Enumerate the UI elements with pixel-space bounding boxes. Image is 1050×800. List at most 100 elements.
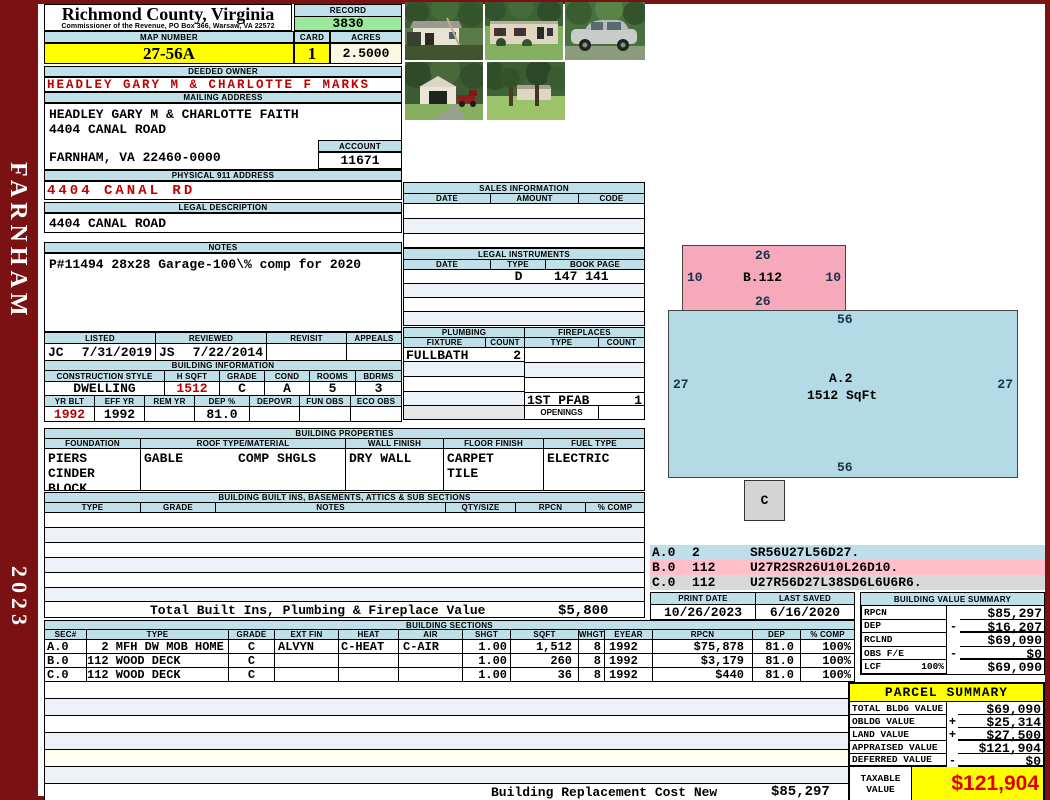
funobs-label: FUN OBS xyxy=(300,396,351,406)
rooms-value: 5 xyxy=(310,382,356,395)
extfin-value xyxy=(275,654,339,667)
floor-line2: TILE xyxy=(447,466,479,481)
acres-value: 2.5000 xyxy=(330,43,402,64)
bvs-label-cell: DEP xyxy=(861,619,947,634)
building-value-summary: BUILDING VALUE SUMMARY RPCN $85,297 DEP … xyxy=(860,592,1045,675)
taxable-value-amount: $121,904 xyxy=(912,767,1043,800)
bdrms-label: BDRMS xyxy=(356,371,401,381)
yrblt-value: 1992 xyxy=(45,407,95,421)
built-ins-total-value: $5,800 xyxy=(558,603,609,619)
sketch-a-area: 1512 SqFt xyxy=(807,388,878,403)
parcel-label: TOTAL BLDG VALUE xyxy=(850,702,947,715)
parcel-row: DEFERRED VALUE - $0 xyxy=(850,754,1043,769)
bvs-label: RPCN xyxy=(864,606,887,618)
cond-value: A xyxy=(265,382,310,395)
building-information-title: BUILDING INFORMATION xyxy=(44,360,402,371)
sec-value: B.0 xyxy=(45,654,87,667)
sec-whgt-label: WHGT xyxy=(579,630,605,639)
eyear-value: 1992 xyxy=(605,654,653,667)
shgt-value: 1.00 xyxy=(463,654,511,667)
sales-title: SALES INFORMATION xyxy=(404,183,644,194)
account-value: 11671 xyxy=(318,152,402,169)
roof-label: ROOF TYPE/MATERIAL xyxy=(141,439,346,448)
print-date-value: 10/26/2023 xyxy=(651,605,756,619)
openings-value xyxy=(599,406,644,419)
parcel-op: + xyxy=(948,715,957,729)
appeals-value xyxy=(347,344,401,360)
bvs-op: - xyxy=(949,646,958,661)
empty-row xyxy=(404,362,524,377)
revisit-value xyxy=(267,344,347,360)
inst-book-value: 147 141 xyxy=(554,270,609,283)
mailing-line3: FARNHAM, VA 22460-0000 xyxy=(49,150,221,165)
sec-rpcn-label: RPCN xyxy=(653,630,753,639)
parcel-label: LAND VALUE xyxy=(850,728,947,741)
inst-date-value xyxy=(404,270,491,283)
sketch-b-bottom-dim: 26 xyxy=(755,294,771,309)
property-photo-2[interactable] xyxy=(485,2,563,60)
property-photo-3[interactable] xyxy=(565,2,645,60)
whgt-value: 8 xyxy=(579,668,605,681)
sales-amount-label: AMOUNT xyxy=(491,194,579,203)
heat-value xyxy=(339,668,399,681)
map-number-value: 27-56A xyxy=(44,43,294,64)
vector-path: U27R2SR26U10L26D10. xyxy=(750,560,899,575)
fireplace-row: 1ST PFAB 1 xyxy=(525,393,644,408)
bvs-op: - xyxy=(949,619,958,634)
parcel-label: APPRAISED VALUE xyxy=(850,741,947,754)
sec-label: SEC# xyxy=(45,630,87,639)
notes-box: P#11494 28x28 Garage-100\% comp for 2020 xyxy=(44,253,402,332)
fixture-label: FIXTURE xyxy=(404,338,486,347)
property-photo-4[interactable] xyxy=(405,62,483,120)
bvs-title: BUILDING VALUE SUMMARY xyxy=(861,593,1044,606)
parcel-label: OBLDG VALUE xyxy=(850,715,947,728)
empty-row xyxy=(45,767,854,784)
sec-comp-label: % COMP xyxy=(801,630,854,639)
grade-value: C xyxy=(229,668,275,681)
construction-style-label: CONSTRUCTION STYLE xyxy=(45,371,165,381)
acres-label: ACRES xyxy=(330,31,402,43)
funobs-value xyxy=(300,407,351,421)
property-photo-5[interactable] xyxy=(487,62,565,120)
fuel-type-label: FUEL TYPE xyxy=(544,439,644,448)
bvs-label: LCF xyxy=(864,661,882,673)
map-number-label: MAP NUMBER xyxy=(44,31,294,43)
plumbing-title: PLUMBING xyxy=(404,328,525,337)
hsqft-label: H SQFT xyxy=(165,371,220,381)
wall-finish-label: WALL FINISH xyxy=(346,439,444,448)
wall-finish-value: DRY WALL xyxy=(346,449,444,490)
vector-sec: C.0 xyxy=(652,575,676,590)
property-photo-1[interactable] xyxy=(405,2,483,60)
property-record-card: FARNHAM 2023 Richmond County, Virginia C… xyxy=(0,0,1050,800)
effyr-label: EFF YR xyxy=(95,396,145,406)
parcel-summary: PARCEL SUMMARY TOTAL BLDG VALUE $69,090 … xyxy=(848,682,1045,800)
listed-by: JC xyxy=(48,344,64,360)
section-row-c: C.0 112 WOOD DECK C 1.00 36 8 1992 $440 … xyxy=(45,668,854,682)
fireplace-type-value: 1ST PFAB xyxy=(527,393,590,408)
parcel-row: TOTAL BLDG VALUE $69,090 xyxy=(850,702,1043,717)
building-sections-title: BUILDING SECTIONS xyxy=(44,620,855,630)
bvs-label-cell: OBS F/E xyxy=(861,646,947,661)
inst-book-label: BOOK PAGE xyxy=(546,260,644,269)
sketch-b-top-dim: 26 xyxy=(755,248,771,263)
print-info-box: PRINT DATE LAST SAVED 10/26/2023 6/16/20… xyxy=(650,592,855,620)
notes-label: NOTES xyxy=(44,242,402,253)
parcel-row: OBLDG VALUE + $25,314 xyxy=(850,715,1043,730)
bi-rpcn-label: RPCN xyxy=(516,503,586,512)
parcel-row: APPRAISED VALUE $121,904 xyxy=(850,741,1043,756)
sketch-b-right-dim: 10 xyxy=(825,270,841,285)
grade-value: C xyxy=(229,654,275,667)
fireplace-rows: 1ST PFAB 1 OPENINGS xyxy=(525,348,644,419)
building-sections-table: SEC# TYPE GRADE EXT FIN HEAT AIR SHGT SQ… xyxy=(44,630,855,800)
fireplace-count-label: COUNT xyxy=(599,338,644,347)
district-label: FARNHAM xyxy=(5,162,31,321)
bi-comp-label: % COMP xyxy=(586,503,644,512)
dep-value: 81.0 xyxy=(753,668,801,681)
fixture-count-label: COUNT xyxy=(486,338,525,347)
grade-value: C xyxy=(229,640,275,653)
replacement-cost-value: $85,297 xyxy=(771,784,830,800)
empty-row xyxy=(404,392,524,406)
parcel-value: $25,314 xyxy=(958,715,1043,730)
sqft-value: 36 xyxy=(511,668,579,681)
sketch-a-name: A.2 xyxy=(829,371,853,386)
